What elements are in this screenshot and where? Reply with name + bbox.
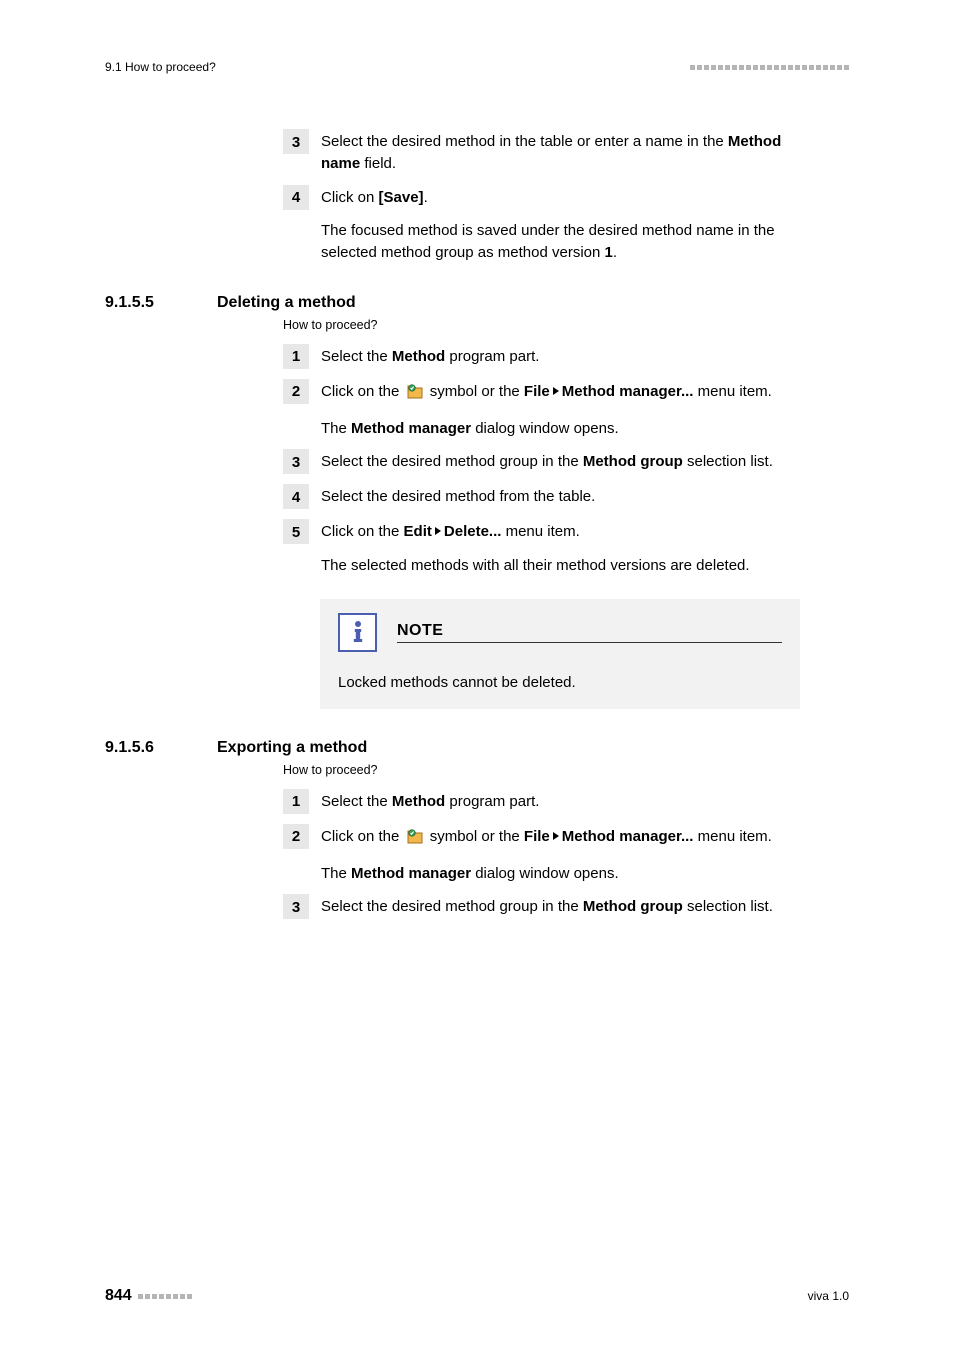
footer-ornament — [138, 1294, 192, 1299]
step-number: 4 — [283, 484, 309, 509]
method-manager-icon — [406, 828, 424, 851]
step-number: 3 — [283, 129, 309, 154]
heading-number: 9.1.5.6 — [105, 739, 217, 757]
note-box: NOTE Locked methods cannot be deleted. — [320, 599, 800, 709]
step-number: 5 — [283, 519, 309, 544]
del-step-1: 1 Select the Method program part. — [283, 344, 849, 369]
page-footer: 844 viva 1.0 — [105, 1287, 849, 1305]
step-number: 3 — [283, 894, 309, 919]
sub-caption: How to proceed? — [283, 763, 849, 777]
menu-arrow-icon — [553, 387, 559, 395]
page: 9.1 How to proceed? 3 Select the desired… — [0, 0, 954, 1350]
heading-9-1-5-6: 9.1.5.6 Exporting a method — [105, 739, 849, 757]
page-number: 844 — [105, 1287, 132, 1305]
step-text: Select the desired method group in the M… — [321, 894, 773, 918]
exp-step-2: 2 Click on the symbol or the FileMethod … — [283, 824, 849, 885]
del-step-3: 3 Select the desired method group in the… — [283, 449, 849, 474]
method-manager-icon — [406, 383, 424, 406]
footer-left: 844 — [105, 1287, 192, 1305]
header-ornament — [690, 65, 849, 70]
step-number: 3 — [283, 449, 309, 474]
sub-caption: How to proceed? — [283, 318, 849, 332]
step-text: Select the desired method from the table… — [321, 484, 595, 508]
menu-arrow-icon — [435, 527, 441, 535]
step-number: 2 — [283, 379, 309, 404]
step-number: 1 — [283, 789, 309, 814]
heading-number: 9.1.5.5 — [105, 294, 217, 312]
note-header: NOTE — [338, 613, 782, 652]
exp-step-1: 1 Select the Method program part. — [283, 789, 849, 814]
step-text: Click on the symbol or the FileMethod ma… — [321, 379, 772, 440]
note-title: NOTE — [397, 622, 782, 640]
del-step-4: 4 Select the desired method from the tab… — [283, 484, 849, 509]
step-text: Select the desired method in the table o… — [321, 129, 801, 175]
header-section-title: 9.1 How to proceed? — [105, 60, 216, 74]
step-3: 3 Select the desired method in the table… — [283, 129, 849, 175]
step-text: Select the Method program part. — [321, 789, 539, 813]
step-number: 4 — [283, 185, 309, 210]
del-step-5: 5 Click on the EditDelete... menu item. … — [283, 519, 849, 577]
page-header: 9.1 How to proceed? — [105, 60, 849, 74]
menu-arrow-icon — [553, 832, 559, 840]
step-text: Select the Method program part. — [321, 344, 539, 368]
note-rule — [397, 642, 782, 643]
step-number: 2 — [283, 824, 309, 849]
page-body: 3 Select the desired method in the table… — [105, 129, 849, 919]
del-step-2: 2 Click on the symbol or the FileMethod … — [283, 379, 849, 440]
step-text: Click on [Save]. The focused method is s… — [321, 185, 801, 264]
heading-text: Deleting a method — [217, 294, 356, 312]
exp-step-3: 3 Select the desired method group in the… — [283, 894, 849, 919]
step-number: 1 — [283, 344, 309, 369]
info-icon — [338, 613, 377, 652]
heading-text: Exporting a method — [217, 739, 367, 757]
note-body: Locked methods cannot be deleted. — [338, 674, 782, 691]
step-text: Click on the EditDelete... menu item. Th… — [321, 519, 750, 577]
step-text: Click on the symbol or the FileMethod ma… — [321, 824, 772, 885]
step-text: Select the desired method group in the M… — [321, 449, 773, 473]
step-4: 4 Click on [Save]. The focused method is… — [283, 185, 849, 264]
footer-right: viva 1.0 — [808, 1289, 849, 1303]
heading-9-1-5-5: 9.1.5.5 Deleting a method — [105, 294, 849, 312]
